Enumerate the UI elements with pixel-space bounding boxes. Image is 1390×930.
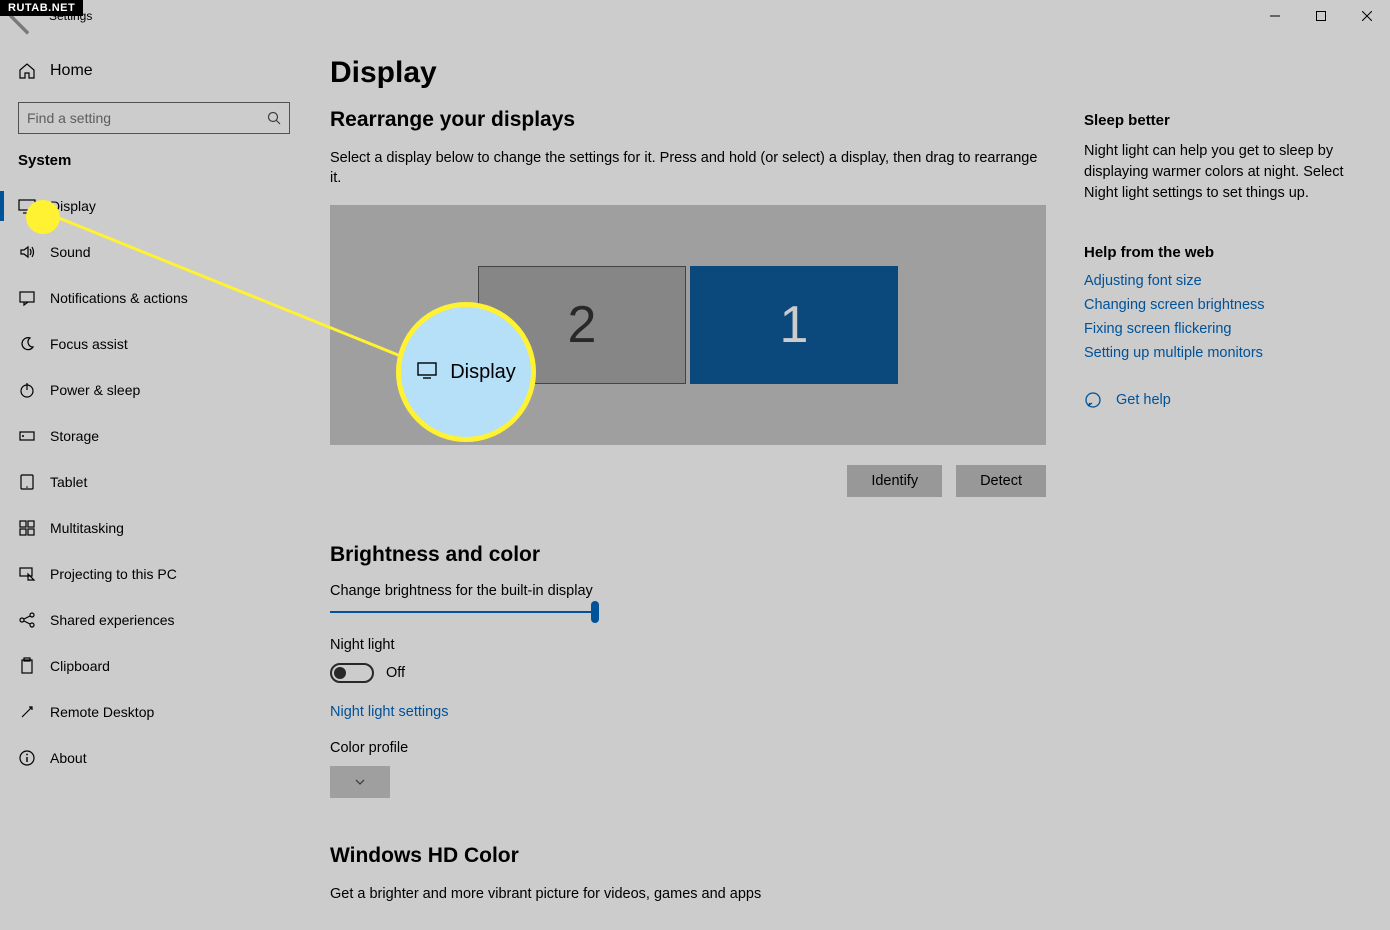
nightlight-label: Night light [330,637,1046,653]
sidebar-item-sound[interactable]: Sound [0,229,308,275]
main-column: Rearrange your displays Select a display… [330,108,1046,920]
hdcolor-title: Windows HD Color [330,844,1046,868]
sleep-better-title: Sleep better [1084,112,1354,129]
annotation-label: Display [450,361,516,384]
maximize-button[interactable] [1298,0,1344,32]
help-chat-icon [1084,391,1102,409]
nightlight-state: Off [386,665,405,681]
share-icon [18,611,36,629]
get-help-row[interactable]: Get help [1084,391,1354,409]
sidebar-item-projecting[interactable]: Projecting to this PC [0,551,308,597]
sidebar-item-label: Notifications & actions [50,290,188,306]
rearrange-subtitle: Select a display below to change the set… [330,148,1046,189]
colorprofile-dropdown[interactable] [330,766,390,798]
storage-icon [18,427,36,445]
page-title: Display [330,56,1390,90]
minimize-button[interactable] [1252,0,1298,32]
sidebar-item-remote-desktop[interactable]: Remote Desktop [0,689,308,735]
titlebar: Settings [0,0,1390,32]
sidebar-item-focus-assist[interactable]: Focus assist [0,321,308,367]
brightness-title: Brightness and color [330,543,1046,567]
search-input[interactable] [27,110,267,126]
chat-icon [18,289,36,307]
info-icon [18,749,36,767]
sidebar-item-label: About [50,750,87,766]
search-input-box[interactable] [18,102,290,134]
sidebar-item-tablet[interactable]: Tablet [0,459,308,505]
detect-button[interactable]: Detect [956,465,1046,497]
sidebar-item-label: Power & sleep [50,382,140,398]
power-icon [18,381,36,399]
monitor-icon [416,359,438,386]
sidebar-item-label: Focus assist [50,336,128,352]
sidebar-item-label: Clipboard [50,658,110,674]
annotation-dot [26,200,60,234]
clipboard-icon [18,657,36,675]
help-link-brightness[interactable]: Changing screen brightness [1084,297,1354,313]
remote-icon [18,703,36,721]
sidebar-category: System [0,152,308,169]
multitask-icon [18,519,36,537]
sidebar-item-label: Remote Desktop [50,704,154,720]
nightlight-toggle[interactable] [330,663,374,683]
home-icon [18,62,36,80]
maximize-icon [1316,11,1326,21]
aside-column: Sleep better Night light can help you ge… [1084,108,1354,920]
sidebar-home[interactable]: Home [0,50,308,92]
get-help-link[interactable]: Get help [1116,392,1171,408]
sidebar-item-label: Sound [50,244,90,260]
help-link-font-size[interactable]: Adjusting font size [1084,273,1354,289]
annotation-callout: Display [396,302,536,442]
sidebar-item-label: Tablet [50,474,87,490]
help-links: Adjusting font size Changing screen brig… [1084,273,1354,361]
sidebar-item-label: Shared experiences [50,612,175,628]
project-icon [18,565,36,583]
sidebar: Home System Display Sound Notifications … [0,32,308,930]
display-box-1[interactable]: 1 [690,266,898,384]
close-button[interactable] [1344,0,1390,32]
identify-button[interactable]: Identify [847,465,942,497]
rearrange-title: Rearrange your displays [330,108,1046,132]
main-content: Display Rearrange your displays Select a… [308,32,1390,930]
search-icon [267,111,281,125]
sidebar-item-power-sleep[interactable]: Power & sleep [0,367,308,413]
window-controls [1252,0,1390,32]
help-web-title: Help from the web [1084,244,1354,261]
sidebar-item-label: Multitasking [50,520,124,536]
tablet-icon [18,473,36,491]
sound-icon [18,243,36,261]
sleep-better-text: Night light can help you get to sleep by… [1084,141,1354,204]
hdcolor-subtitle: Get a brighter and more vibrant picture … [330,884,1046,904]
help-link-flickering[interactable]: Fixing screen flickering [1084,321,1354,337]
watermark-badge: RUTAB.NET [0,0,83,16]
sidebar-item-about[interactable]: About [0,735,308,781]
sidebar-home-label: Home [50,62,93,80]
minimize-icon [1270,11,1280,21]
colorprofile-label: Color profile [330,740,1046,756]
sidebar-item-clipboard[interactable]: Clipboard [0,643,308,689]
sidebar-item-label: Projecting to this PC [50,566,177,582]
help-link-multiple-monitors[interactable]: Setting up multiple monitors [1084,345,1354,361]
sidebar-item-storage[interactable]: Storage [0,413,308,459]
sidebar-item-shared-experiences[interactable]: Shared experiences [0,597,308,643]
close-icon [1362,11,1372,21]
nightlight-settings-link[interactable]: Night light settings [330,704,448,720]
sidebar-item-label: Storage [50,428,99,444]
toggle-knob [334,667,346,679]
brightness-slider-thumb[interactable] [591,601,599,623]
brightness-label: Change brightness for the built-in displ… [330,583,1046,599]
brightness-slider[interactable] [330,611,596,613]
sidebar-item-multitasking[interactable]: Multitasking [0,505,308,551]
moon-icon [18,335,36,353]
chevron-down-icon [354,776,366,788]
